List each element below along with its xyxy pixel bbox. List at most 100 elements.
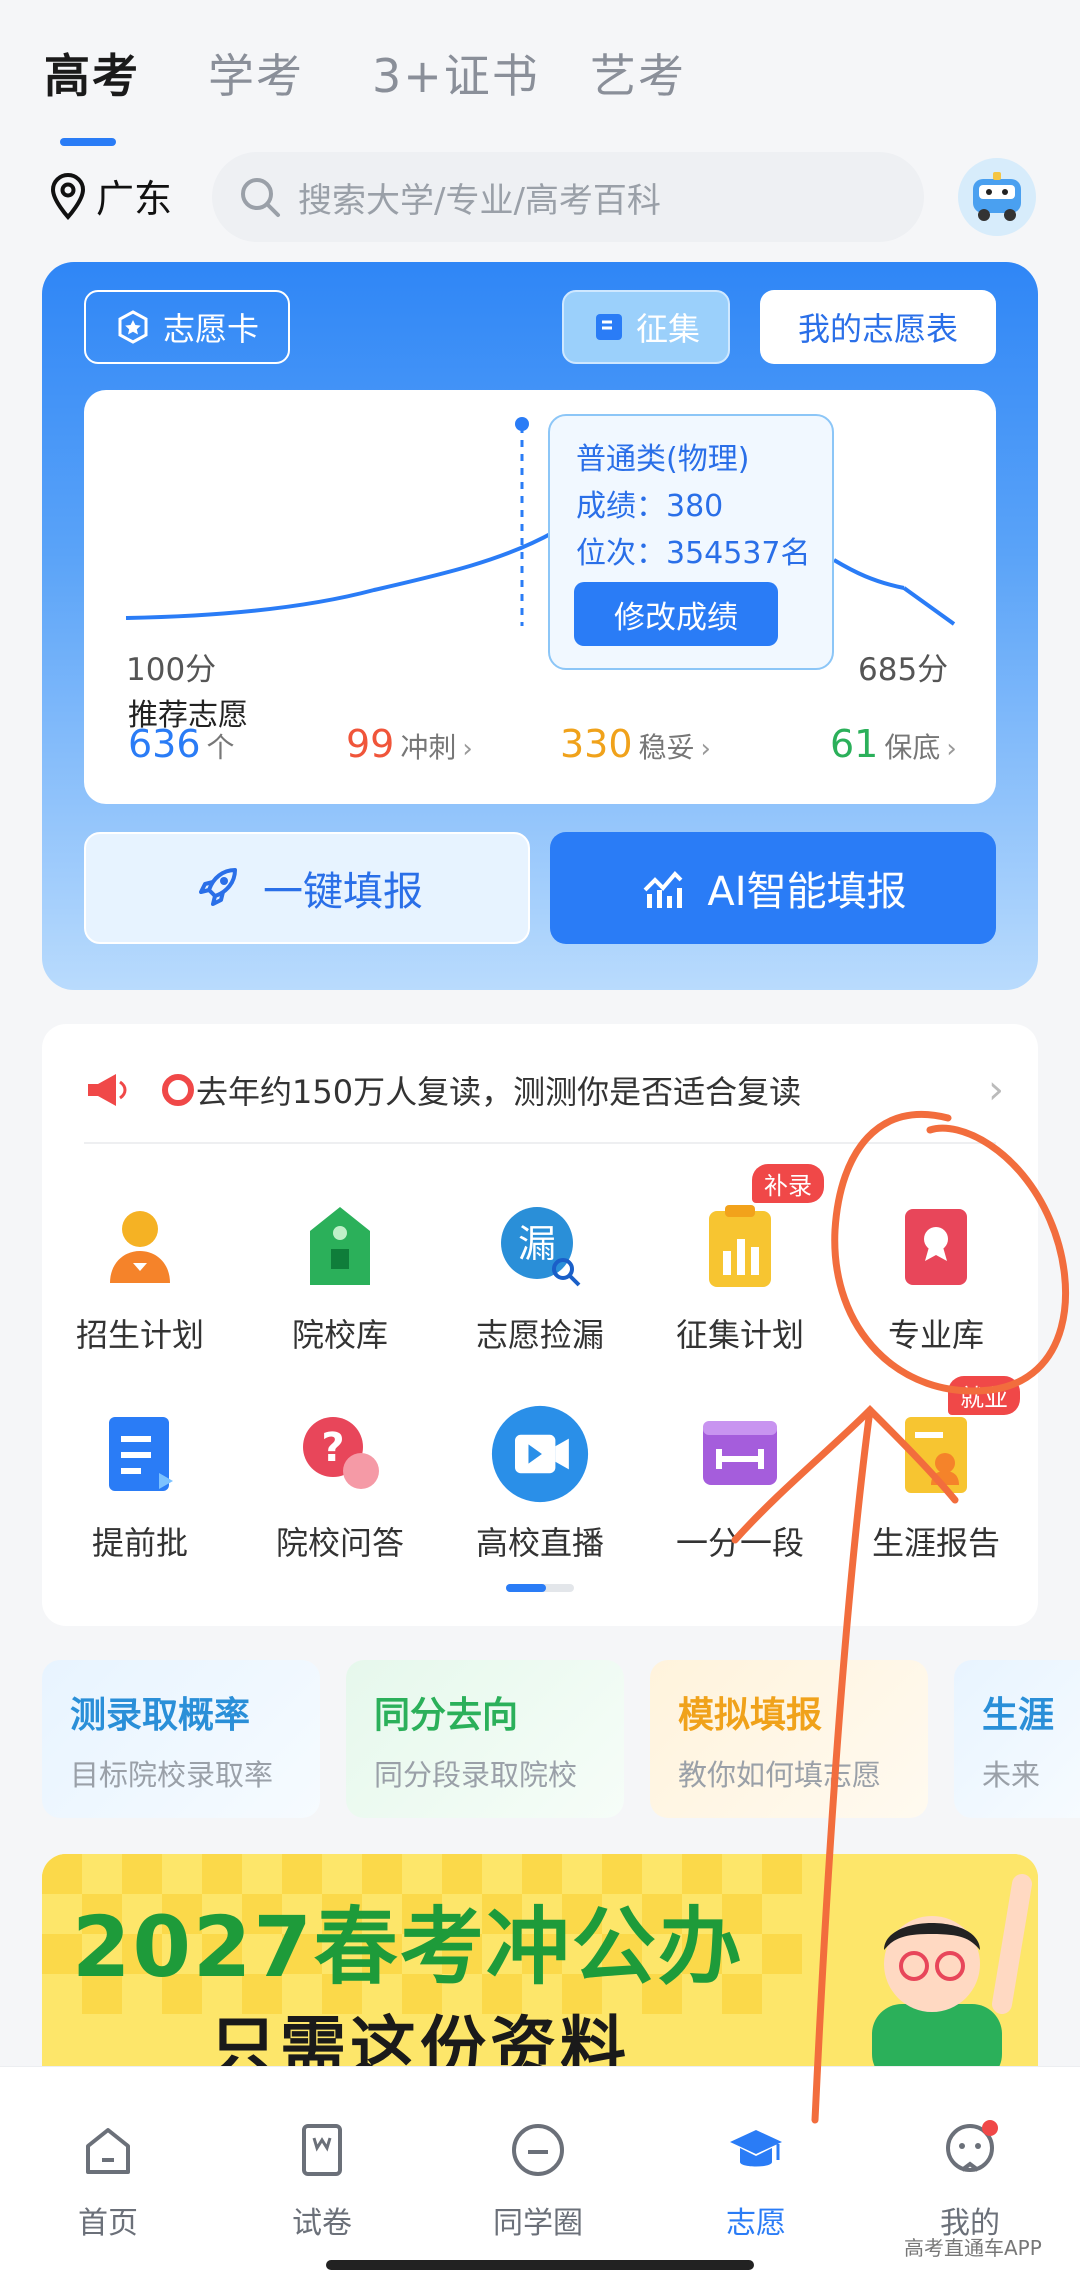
recommend-unit: 个	[206, 731, 235, 764]
school-icon	[310, 1207, 370, 1285]
grid-item-label: 专业库	[887, 1316, 984, 1354]
rocket-icon	[199, 868, 237, 906]
tab-certificate[interactable]: 3+证书	[372, 40, 540, 106]
grid-item-admission-plan[interactable]: 招生计划	[50, 1196, 230, 1356]
one-click-fill-button[interactable]: 一键填报	[84, 832, 530, 944]
nav-label: 志愿	[726, 2206, 786, 2241]
volunteer-card-button[interactable]: 志愿卡	[84, 290, 290, 364]
min-score-label: 100分	[126, 652, 217, 688]
score-category: 普通类(物理)	[576, 442, 750, 477]
collect-plan-icon	[709, 1205, 771, 1287]
sprint-label: 冲刺	[400, 731, 457, 764]
sprint-number: 99	[346, 722, 395, 766]
one-click-fill-label: 一键填报	[263, 869, 423, 915]
safe-stat[interactable]: 330 稳妥 ›	[560, 722, 711, 766]
bar-chart-icon	[643, 871, 683, 908]
grid-item-label: 院校库	[291, 1316, 388, 1354]
grid-item-label: 招生计划	[75, 1316, 204, 1354]
search-input[interactable]: 搜索大学/专业/高考百科	[212, 152, 924, 242]
ai-fill-label: AI智能填报	[707, 869, 907, 915]
grid-item-label: 院校问答	[275, 1524, 404, 1562]
notice-bar[interactable]: 去年约150万人复读，测测你是否适合复读 ›	[84, 1062, 1004, 1118]
home-indicator[interactable]	[326, 2260, 754, 2270]
watermark: 高考直通车APP	[904, 2236, 1042, 2260]
guarantee-number: 61	[830, 722, 879, 766]
shortcut-subtitle: 教你如何填志愿	[678, 1758, 882, 1792]
bus-mascot-icon	[973, 172, 1021, 221]
nav-item-home[interactable]: 首页	[48, 2120, 168, 2242]
grid-item-score-segment[interactable]: 一分一段	[650, 1404, 830, 1564]
svg-text:?: ?	[321, 1425, 344, 1471]
location-label: 广东	[96, 177, 173, 221]
shortcut-title: 生涯	[982, 1695, 1055, 1736]
recommend-count: 636 个	[128, 722, 235, 766]
supplement-badge: 补录	[752, 1164, 824, 1203]
banner-title: 2027春考冲公办	[72, 1898, 744, 1996]
leak-check-icon: 漏	[501, 1207, 581, 1287]
volunteer-card-label: 志愿卡	[162, 310, 259, 348]
nav-item-exam-paper[interactable]: 试卷	[262, 2120, 382, 2242]
chevron-right-icon: ›	[946, 734, 957, 764]
shortcut-same-score[interactable]: 同分去向 同分段录取院校	[346, 1660, 624, 1818]
grid-item-label: 一分一段	[675, 1524, 804, 1562]
grid-item-live[interactable]: 高校直播	[450, 1404, 630, 1564]
graduation-cap-icon	[730, 2130, 782, 2167]
svg-text:漏: 漏	[518, 1222, 556, 1266]
shortcut-mock-fill[interactable]: 模拟填报 教你如何填志愿	[650, 1660, 928, 1818]
nav-item-volunteer[interactable]: 志愿	[696, 2120, 816, 2242]
early-batch-icon	[109, 1417, 173, 1491]
exam-type-tabs: 高考 学考 3+证书 艺考	[0, 30, 1080, 146]
ai-fill-button[interactable]: AI智能填报	[550, 832, 996, 944]
max-score-label: 685分	[858, 652, 949, 688]
live-icon	[491, 1405, 589, 1503]
tab-xuekao[interactable]: 学考	[208, 40, 304, 106]
employment-badge: 就业	[948, 1376, 1020, 1415]
qa-icon: ?	[303, 1417, 379, 1489]
chevron-right-icon: ›	[700, 734, 711, 764]
sprint-stat[interactable]: 99 冲刺 ›	[346, 722, 473, 766]
location-selector[interactable]: 广东	[48, 168, 172, 223]
avatar[interactable]	[958, 158, 1036, 236]
shortcut-subtitle: 未来	[982, 1758, 1041, 1792]
shortcut-career[interactable]: 生涯 未来	[954, 1660, 1080, 1818]
location-pin-icon	[50, 172, 86, 220]
my-volunteer-table-button[interactable]: 我的志愿表	[760, 290, 996, 364]
notice-text: 去年约150万人复读，测测你是否适合复读	[196, 1073, 802, 1111]
grid-item-label: 征集计划	[675, 1316, 804, 1354]
grid-item-label: 生涯报告	[871, 1524, 1000, 1562]
exam-paper-icon	[302, 2124, 342, 2176]
shortcut-admission-probability[interactable]: 测录取概率 目标院校录取率	[42, 1660, 320, 1818]
recommend-number: 636	[128, 722, 201, 766]
grid-item-school-library[interactable]: 院校库	[250, 1196, 430, 1356]
nav-item-profile[interactable]: 我的	[910, 2120, 1030, 2242]
grid-item-early-batch[interactable]: 提前批	[50, 1404, 230, 1564]
score-value: 成绩：380	[576, 489, 724, 524]
grid-item-career-report[interactable]: 生涯报告	[846, 1404, 1026, 1564]
shortcut-title: 同分去向	[374, 1695, 519, 1736]
ring-icon	[162, 1074, 194, 1106]
score-distribution-curve	[125, 417, 956, 626]
nav-item-classmates[interactable]: 同学圈	[478, 2120, 598, 2242]
chevron-right-icon: ›	[988, 1067, 1004, 1113]
page-indicator	[506, 1584, 574, 1592]
admission-plan-icon	[110, 1211, 170, 1283]
tab-art-exam[interactable]: 艺考	[590, 40, 686, 106]
guarantee-label: 保底	[884, 731, 941, 764]
grid-item-school-qa[interactable]: ? 院校问答	[250, 1404, 430, 1564]
search-icon	[241, 178, 280, 217]
edit-score-button[interactable]: 修改成绩	[574, 582, 778, 646]
chat-icon	[512, 2124, 564, 2176]
collect-button[interactable]: 征集	[562, 290, 730, 364]
shortcut-subtitle: 同分段录取院校	[374, 1758, 578, 1792]
collect-label: 征集	[635, 310, 700, 348]
guarantee-stat[interactable]: 61 保底 ›	[830, 722, 957, 766]
major-library-icon	[905, 1209, 967, 1285]
star-badge-icon	[118, 310, 148, 344]
tab-indicator	[60, 138, 116, 146]
safe-label: 稳妥	[638, 731, 695, 764]
grid-item-major-library[interactable]: 专业库	[846, 1196, 1026, 1356]
grid-item-collect-plan[interactable]: 征集计划	[650, 1196, 830, 1356]
chevron-right-icon: ›	[462, 734, 473, 764]
tab-gaokao[interactable]: 高考	[44, 40, 140, 106]
grid-item-leak-check[interactable]: 漏 志愿捡漏	[450, 1196, 630, 1356]
